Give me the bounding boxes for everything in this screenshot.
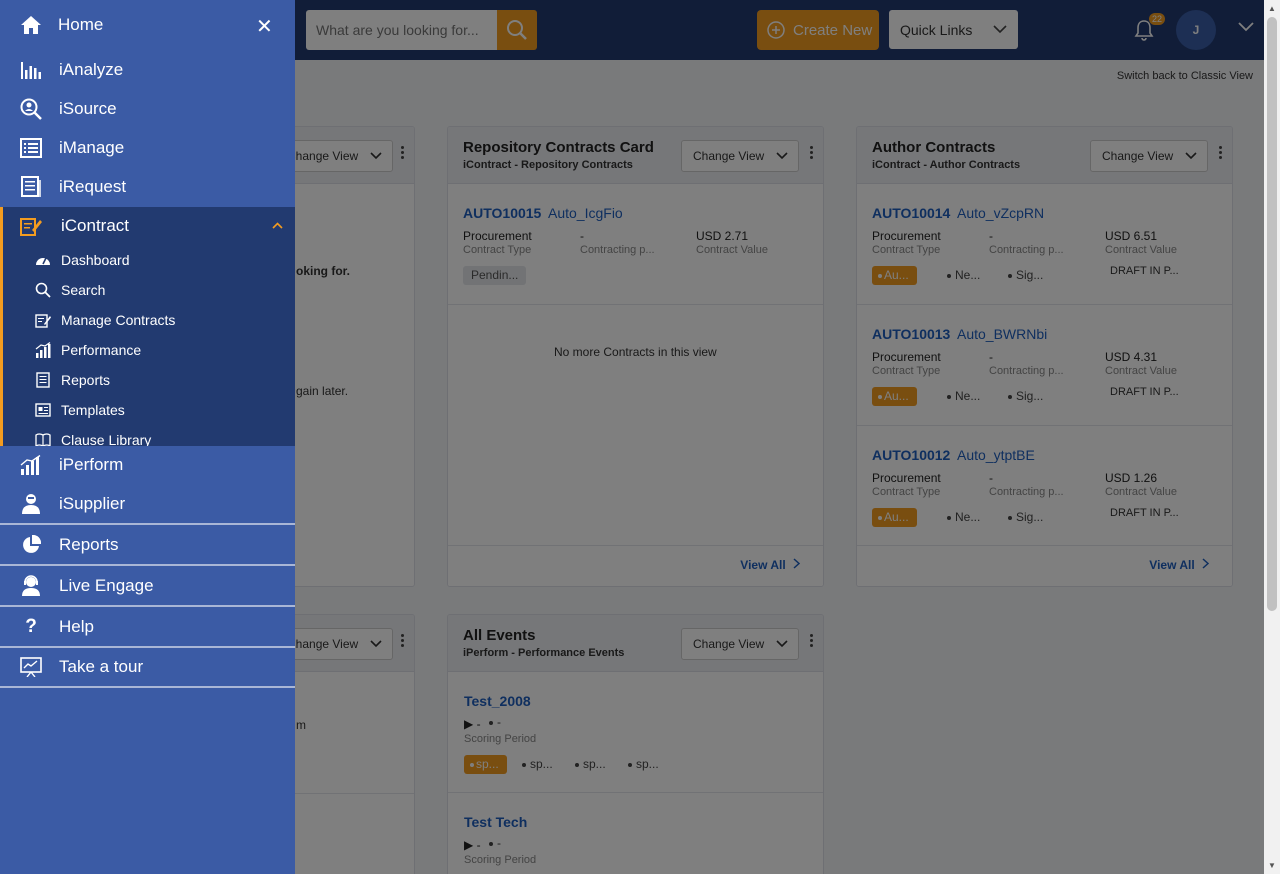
submenu-item-templates[interactable]: Templates — [3, 395, 295, 425]
search-icon — [35, 282, 51, 298]
submenu-item-performance[interactable]: Performance — [3, 335, 295, 365]
sidebar-item-label: Reports — [59, 534, 119, 554]
sidebar-item-reports[interactable]: Reports — [0, 525, 295, 564]
divider — [0, 686, 295, 688]
tour-icon — [20, 656, 42, 678]
submenu-item-label: Reports — [61, 372, 111, 388]
submenu-item-label: Clause Library — [61, 432, 152, 446]
submenu-item-label: Manage Contracts — [61, 312, 176, 328]
sidebar-item-label: Live Engage — [59, 575, 154, 595]
sidebar-item-isupplier[interactable]: iSupplier — [0, 484, 295, 523]
help-icon: ? — [25, 615, 37, 637]
scroll-thumb[interactable] — [1267, 17, 1277, 611]
edit-document-icon — [35, 312, 51, 328]
report-icon — [35, 372, 51, 388]
chevron-up-icon — [272, 222, 283, 229]
submenu-item-reports[interactable]: Reports — [3, 365, 295, 395]
sidebar-item-label: Help — [59, 616, 94, 636]
sidebar-item-imanage[interactable]: iManage — [0, 128, 295, 167]
sidebar-item-label: Home — [58, 14, 104, 34]
submenu-item-label: Templates — [61, 402, 125, 418]
submenu-item-label: Dashboard — [61, 252, 130, 268]
dashboard-icon — [35, 252, 51, 268]
sidebar-item-irequest[interactable]: iRequest — [0, 167, 295, 206]
supplier-icon — [20, 493, 42, 515]
submenu-item-dashboard[interactable]: Dashboard — [3, 245, 295, 275]
book-icon — [35, 432, 51, 446]
submenu-item-clause-library[interactable]: Clause Library — [3, 425, 295, 446]
sidebar-section-icontract: iContract Dashboard Search Manage Contra… — [0, 207, 295, 446]
scroll-down-arrow-icon[interactable]: ▼ — [1268, 861, 1276, 870]
sidebar-item-label: iRequest — [59, 176, 127, 196]
close-icon[interactable]: ✕ — [256, 14, 273, 39]
home-icon — [20, 14, 42, 36]
sidebar-item-label: iPerform — [59, 454, 124, 474]
submenu-item-label: Search — [61, 282, 106, 298]
submenu-item-label: Performance — [61, 342, 142, 358]
search-user-icon — [20, 98, 42, 120]
performance-icon — [20, 454, 42, 476]
submenu-item-manage-contracts[interactable]: Manage Contracts — [3, 305, 295, 335]
sidebar-item-label: iManage — [59, 137, 125, 157]
bar-chart-icon — [20, 59, 42, 81]
sidebar-item-iperform[interactable]: iPerform — [0, 446, 295, 483]
pie-chart-icon — [20, 534, 42, 556]
performance-icon — [35, 342, 51, 358]
edit-document-icon — [20, 215, 42, 237]
sidebar-item-home[interactable]: Home — [0, 0, 295, 49]
submenu-item-search[interactable]: Search — [3, 275, 295, 305]
headset-icon — [20, 574, 42, 597]
template-icon — [35, 402, 51, 418]
scroll-up-arrow-icon[interactable]: ▲ — [1268, 4, 1276, 13]
sidebar-item-isource[interactable]: iSource — [0, 89, 295, 128]
list-icon — [20, 137, 42, 159]
sidebar-item-take-a-tour[interactable]: Take a tour — [0, 648, 295, 686]
page-scrollbar[interactable]: ▲ ▼ — [1264, 0, 1280, 874]
document-icon — [20, 175, 42, 198]
sidebar-nav: Home ✕ iAnalyze iSource iManage iRequest… — [0, 0, 295, 874]
sidebar-item-live-engage[interactable]: Live Engage — [0, 566, 295, 605]
sidebar-item-label: iSource — [59, 98, 117, 118]
sidebar-item-help[interactable]: ? Help — [0, 607, 295, 646]
sidebar-item-ianalyze[interactable]: iAnalyze — [0, 50, 295, 89]
sidebar-item-label: iContract — [61, 215, 130, 235]
sidebar-item-label: Take a tour — [59, 657, 144, 676]
sidebar-item-icontract[interactable]: iContract — [3, 207, 295, 244]
sidebar-item-label: iSupplier — [59, 493, 126, 513]
sidebar-item-label: iAnalyze — [59, 59, 124, 79]
